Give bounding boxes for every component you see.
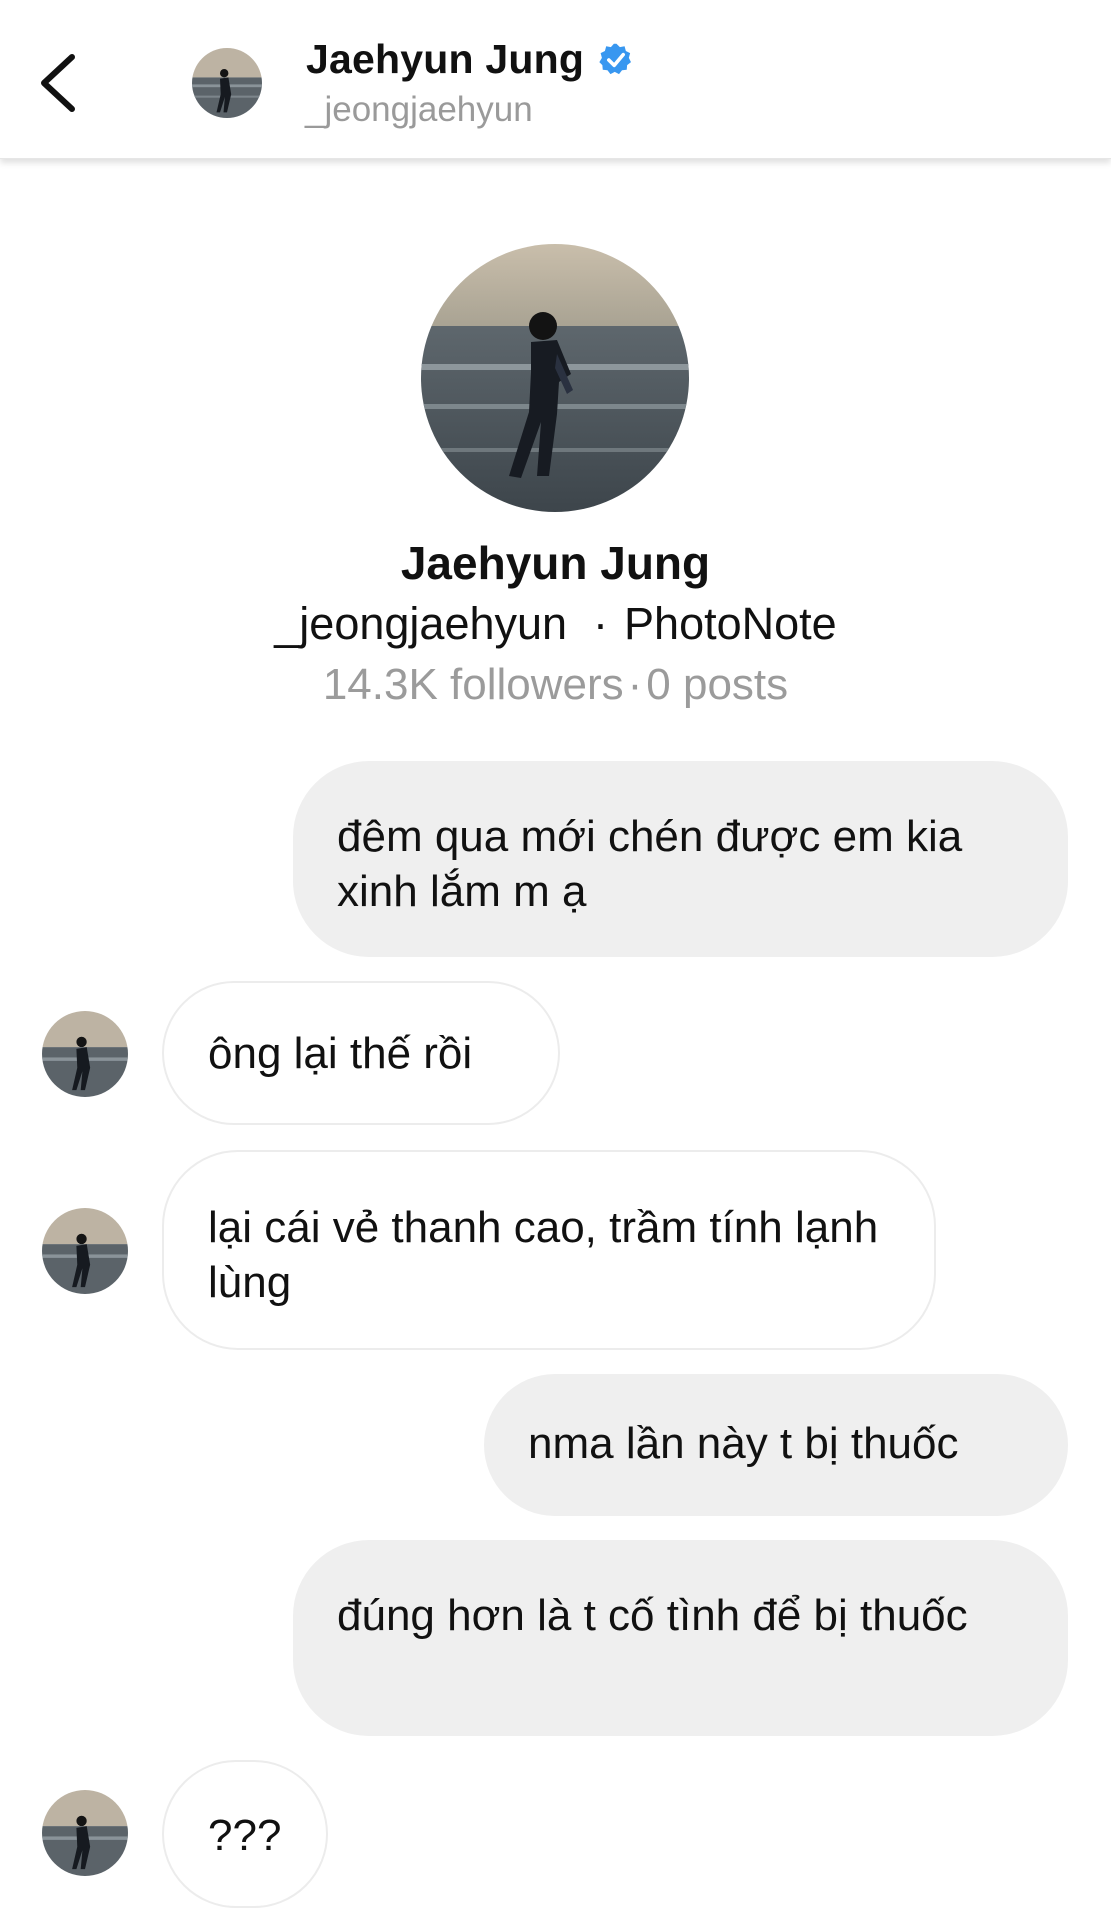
- header-username: _jeongjaehyun: [305, 90, 533, 129]
- profile-subtitle: _jeongjaehyun · PhotoNote: [0, 598, 1111, 650]
- message-text: ông lại thế rồi: [208, 1029, 473, 1078]
- header-name-text: Jaehyun Jung: [306, 36, 585, 82]
- sender-avatar[interactable]: [42, 1011, 128, 1097]
- message-outgoing[interactable]: đêm qua mới chén được em kia xinh lắm m …: [293, 761, 1068, 957]
- message-incoming[interactable]: ông lại thế rồi: [162, 981, 560, 1125]
- message-text: đúng hơn là t cố tình để bị thuốc: [337, 1591, 968, 1640]
- message-text: lại cái vẻ thanh cao, trầm tính lạnh lùn…: [208, 1203, 879, 1307]
- profile-avatar[interactable]: [421, 244, 689, 512]
- sender-avatar[interactable]: [42, 1208, 128, 1294]
- separator-dot: ·: [593, 598, 609, 649]
- profile-stats: 14.3K followers·0 posts: [0, 660, 1111, 710]
- back-button[interactable]: [28, 45, 88, 121]
- header-avatar[interactable]: [192, 48, 262, 118]
- message-outgoing[interactable]: đúng hơn là t cố tình để bị thuốc: [293, 1540, 1068, 1736]
- profile-username: _jeongjaehyun: [274, 598, 568, 649]
- message-text: ???: [208, 1811, 282, 1860]
- message-incoming[interactable]: ???: [162, 1760, 328, 1908]
- chevron-left-icon: [41, 54, 75, 112]
- profile-posts: 0 posts: [646, 660, 789, 709]
- chat-header: Jaehyun Jung _jeongjaehyun: [0, 0, 1111, 159]
- message-outgoing[interactable]: nma lần này t bị thuốc: [484, 1374, 1068, 1516]
- profile-app: PhotoNote: [624, 598, 837, 649]
- sender-avatar[interactable]: [42, 1790, 128, 1876]
- message-incoming[interactable]: lại cái vẻ thanh cao, trầm tính lạnh lùn…: [162, 1150, 936, 1350]
- separator-dot: ·: [627, 660, 643, 709]
- message-text: nma lần này t bị thuốc: [528, 1419, 959, 1468]
- profile-followers: 14.3K followers: [322, 660, 624, 709]
- verified-badge-icon: [599, 43, 632, 74]
- message-text: đêm qua mới chén được em kia xinh lắm m …: [337, 812, 963, 916]
- header-name[interactable]: Jaehyun Jung: [306, 36, 634, 83]
- profile-name: Jaehyun Jung: [400, 537, 711, 589]
